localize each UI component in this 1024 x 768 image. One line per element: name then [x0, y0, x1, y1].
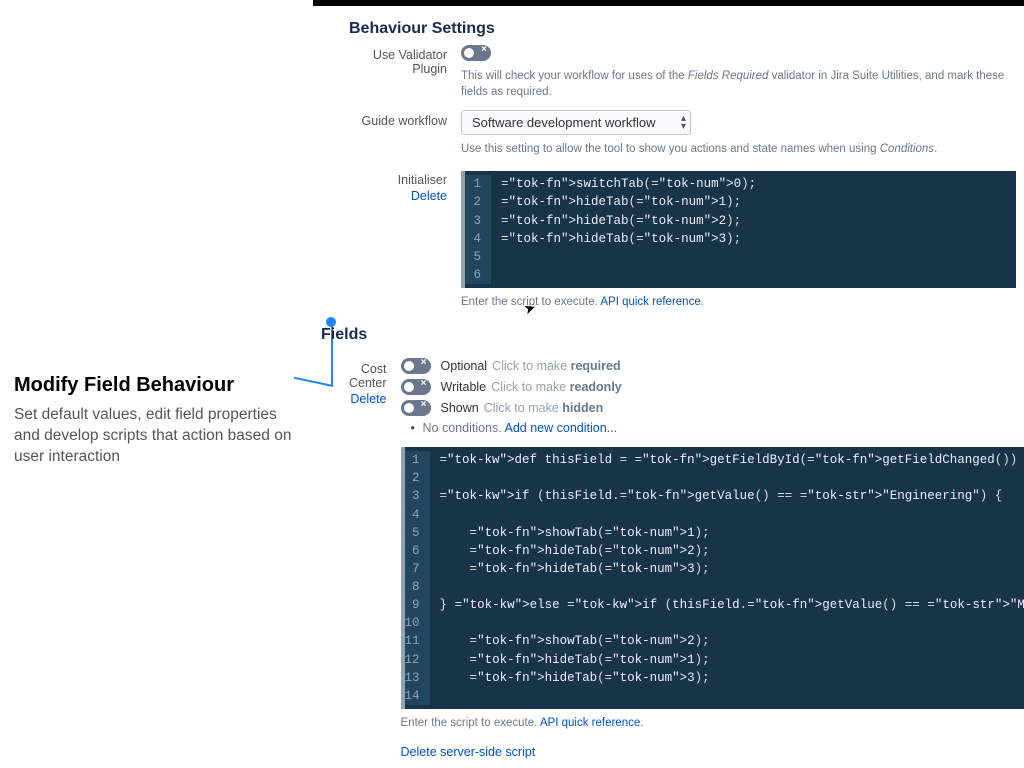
field-option-toggle[interactable]: ×	[401, 358, 431, 374]
select-arrows-icon	[681, 114, 682, 132]
guide-workflow-help: Use this setting to allow the tool to sh…	[461, 141, 1016, 157]
validator-label: Use Validator Plugin	[349, 44, 461, 76]
section-behaviour-settings: Behaviour Settings	[349, 20, 1024, 38]
initialiser-delete-link[interactable]: Delete	[349, 189, 447, 203]
validator-toggle[interactable]: ×	[461, 45, 491, 61]
annotation-callout: Modify Field Behaviour Set default value…	[14, 374, 294, 468]
guide-workflow-select[interactable]: Software development workflow	[461, 110, 691, 135]
section-fields: Fields	[321, 326, 1024, 344]
field-option-state: Writable	[441, 380, 487, 394]
cost-center-delete-link[interactable]: Delete	[349, 392, 387, 406]
add-condition-link[interactable]: Add new condition...	[505, 421, 618, 435]
delete-server-script-link[interactable]: Delete server-side script	[401, 745, 536, 759]
annotation-body: Set default values, edit field propertie…	[14, 405, 294, 468]
cost-center-label: Cost Center	[349, 362, 387, 390]
api-quick-reference-link[interactable]: API quick reference	[600, 296, 700, 308]
conditions-row: No conditions. Add new condition...	[401, 421, 1024, 435]
validator-help: This will check your workflow for uses o…	[461, 68, 1016, 100]
field-option-state: Optional	[441, 359, 488, 373]
api-quick-reference-link[interactable]: API quick reference	[540, 717, 640, 729]
settings-panel: Behaviour Settings Use Validator Plugin …	[313, 6, 1024, 768]
field-option-toggle[interactable]: ×	[401, 400, 431, 416]
field-option-row: × Shown Click to make hidden	[401, 400, 1024, 416]
field-option-toggle[interactable]: ×	[401, 379, 431, 395]
initialiser-code-editor[interactable]: 1="tok-fn">switchTab(="tok-num">0);2="to…	[461, 171, 1016, 288]
cost-center-help: Enter the script to execute. API quick r…	[401, 715, 1024, 731]
field-option-hint: Click to make readonly	[491, 380, 622, 394]
field-option-row: × Optional Click to make required	[401, 358, 1024, 374]
guide-workflow-label: Guide workflow	[349, 110, 461, 128]
annotation-title: Modify Field Behaviour	[14, 374, 294, 397]
cost-center-code-editor[interactable]: 1="tok-kw">def thisField = ="tok-fn">get…	[401, 447, 1024, 709]
field-option-row: × Writable Click to make readonly	[401, 379, 1024, 395]
initialiser-help: Enter the script to execute. API quick r…	[461, 294, 1016, 310]
field-option-hint: Click to make required	[492, 359, 621, 373]
initialiser-label: Initialiser	[398, 173, 447, 187]
field-option-state: Shown	[441, 401, 479, 415]
guide-workflow-selected: Software development workflow	[472, 115, 656, 130]
field-option-hint: Click to make hidden	[484, 401, 603, 415]
